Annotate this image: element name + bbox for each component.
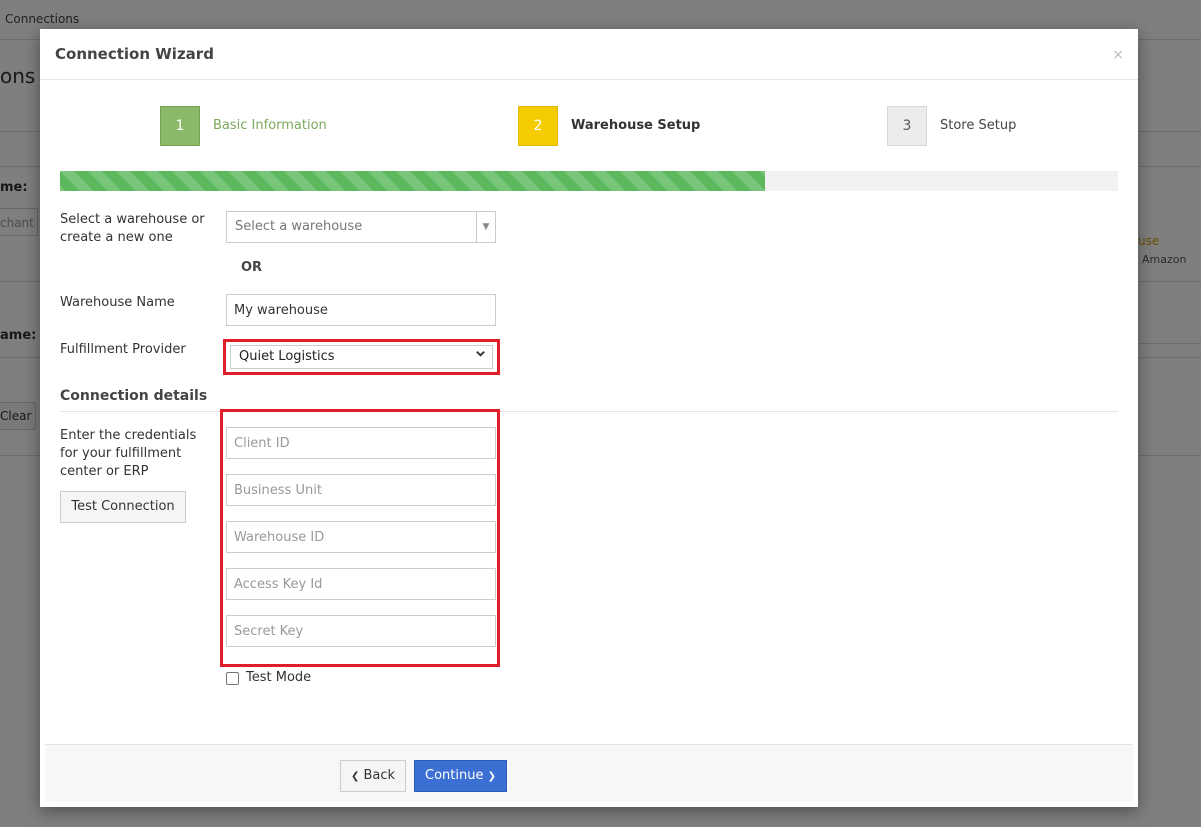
modal-header: Connection Wizard ×	[40, 29, 1138, 80]
step-number: 2	[518, 106, 558, 146]
provider-selected-value: Quiet Logistics	[239, 349, 335, 364]
chevron-right-icon: ❯	[487, 771, 496, 782]
access-key-id-input[interactable]	[226, 568, 496, 600]
provider-highlight: Quiet Logistics	[223, 339, 500, 375]
modal-footer	[45, 744, 1133, 802]
step-label: Warehouse Setup	[571, 118, 701, 133]
fulfillment-provider-label: Fulfillment Provider	[60, 342, 186, 357]
test-mode-label[interactable]: Test Mode	[246, 670, 311, 685]
back-button-label: Back	[363, 768, 396, 783]
warehouse-id-input[interactable]	[226, 521, 496, 553]
or-separator: OR	[241, 260, 263, 275]
client-id-input[interactable]	[226, 427, 496, 459]
step-number: 3	[887, 106, 927, 146]
secret-key-input[interactable]	[226, 615, 496, 647]
step-label: Basic Information	[213, 118, 327, 133]
modal-title: Connection Wizard	[55, 45, 214, 63]
connection-wizard-modal: Connection Wizard × 1 Basic Information …	[40, 29, 1138, 807]
chevron-down-icon	[475, 348, 486, 362]
progress-bar-fill	[60, 171, 765, 191]
warehouse-select-placeholder: Select a warehouse	[235, 219, 363, 234]
test-mode-checkbox[interactable]	[226, 672, 239, 685]
step-label: Store Setup	[940, 118, 1017, 133]
chevron-left-icon: ❮	[350, 771, 360, 782]
warehouse-name-input[interactable]	[226, 294, 496, 326]
back-button[interactable]: ❮ Back	[340, 760, 406, 792]
warehouse-select[interactable]: Select a warehouse ▼	[226, 211, 496, 243]
connection-details-title: Connection details	[60, 388, 208, 404]
divider	[60, 411, 1118, 412]
continue-button[interactable]: Continue ❯	[414, 760, 507, 792]
select-warehouse-label: Select a warehouse or create a new one	[60, 212, 205, 245]
continue-button-label: Continue	[425, 768, 484, 783]
warehouse-name-label: Warehouse Name	[60, 295, 175, 310]
close-icon[interactable]: ×	[1112, 47, 1124, 63]
step-number: 1	[160, 106, 200, 146]
caret-down-icon: ▼	[476, 212, 495, 242]
credentials-help-text: Enter the credentials for your fulfillme…	[60, 428, 197, 479]
test-connection-button[interactable]: Test Connection	[60, 491, 186, 523]
wizard-progress	[60, 171, 1118, 191]
business-unit-input[interactable]	[226, 474, 496, 506]
fulfillment-provider-select[interactable]: Quiet Logistics	[230, 345, 493, 369]
